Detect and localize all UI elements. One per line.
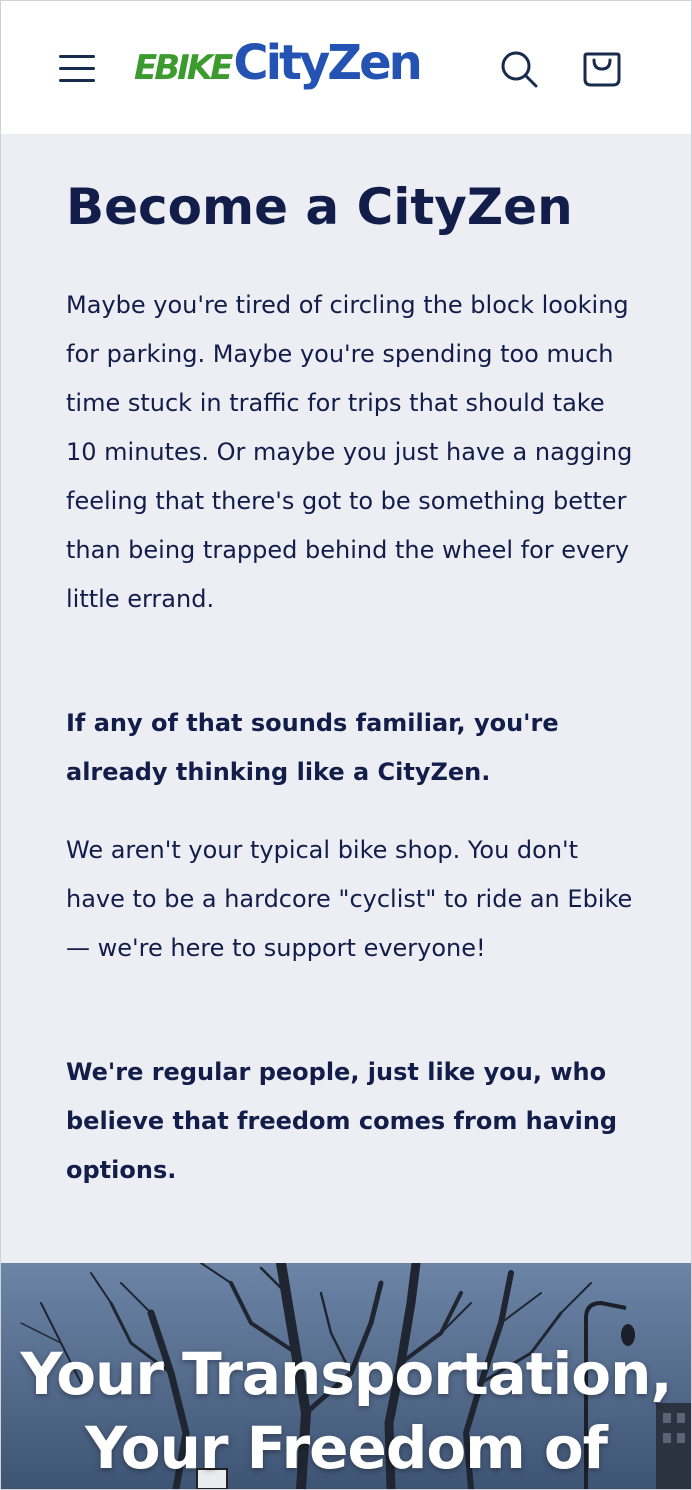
main-content: Become a CityZen Maybe you're tired of c… [1,134,691,1263]
familiar-paragraph: If any of that sounds familiar, you're a… [66,709,559,786]
logo-ebike-text: EBIKE [134,48,233,88]
hero-title-line-1: Your Transportation, [20,1340,673,1408]
site-logo[interactable]: EBIKE CityZen [134,35,423,105]
search-icon [501,51,538,88]
menu-button[interactable] [56,47,98,89]
logo-cityzen-text: CityZen [233,35,422,91]
hero-title: Your Transportation, Your Freedom of [1,1337,691,1485]
site-header: EBIKE CityZen [1,1,691,134]
hero-banner: Your Transportation, Your Freedom of [1,1263,691,1489]
page-frame: EBIKE CityZen Become a CityZen Maybe you… [0,0,692,1490]
page-title: Become a CityZen [66,178,573,236]
hero-title-line-2: Your Freedom of [85,1414,608,1482]
cart-button[interactable] [579,45,625,91]
regular-people-paragraph: We're regular people, just like you, who… [66,1058,618,1184]
bike-shop-paragraph: We aren't your typical bike shop. You do… [66,836,633,962]
search-button[interactable] [497,47,541,91]
shopping-bag-icon [583,52,621,87]
intro-paragraph: Maybe you're tired of circling the block… [66,291,633,613]
